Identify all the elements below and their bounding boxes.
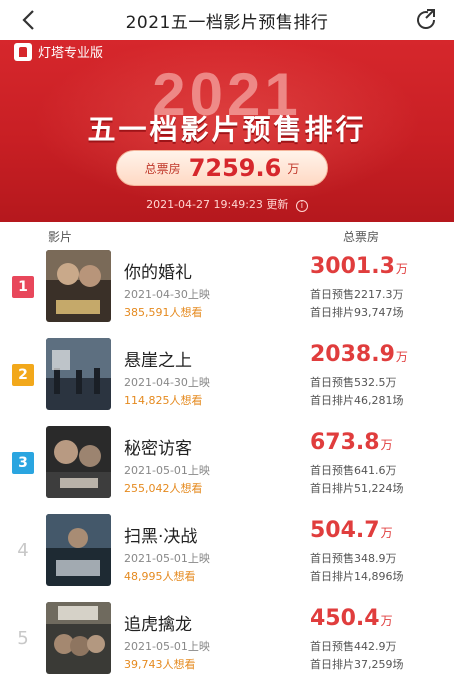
box-value: 2038.9 <box>310 342 395 367</box>
brand-name: 灯塔专业版 <box>38 46 104 61</box>
box-value: 504.7 <box>310 518 380 543</box>
banner-headline: 五一档影片预售排行 <box>87 113 367 146</box>
banner: 灯塔专业版 2021 五一档影片预售排行 总票房 7259.6 万 2021-0… <box>0 40 454 222</box>
box-unit: 万 <box>380 526 393 540</box>
movie-name: 扫黑·决战 <box>124 527 198 547</box>
want-count: 385,591人想看 <box>124 306 203 319</box>
box-office: 3001.3万 <box>310 254 408 279</box>
rank-badge: 2 <box>12 364 34 386</box>
movie-name: 追虎擒龙 <box>124 615 192 635</box>
first-day-shows: 首日排片14,896场 <box>310 570 404 583</box>
rank-number: 4 <box>17 540 29 561</box>
info-icon[interactable]: i <box>295 200 308 212</box>
first-day-presale: 首日预售2217.3万 <box>310 288 404 301</box>
movie-row[interactable]: 3 秘密访客 2021-05-01上映 255,042人想看 673.8万 首日… <box>0 424 454 512</box>
box-office: 2038.9万 <box>310 342 408 367</box>
release-date: 2021-04-30上映 <box>124 288 210 301</box>
first-day-shows: 首日排片46,281场 <box>310 394 404 407</box>
rank-badge: 1 <box>12 276 34 298</box>
want-count: 255,042人想看 <box>124 482 203 495</box>
total-label: 总票房 <box>144 161 181 176</box>
first-day-presale: 首日预售532.5万 <box>310 376 397 389</box>
movie-row[interactable]: 2 悬崖之上 2021-04-30上映 114,825人想看 2038.9万 首… <box>0 336 454 424</box>
rank-badge: 3 <box>12 452 34 474</box>
poster-image <box>46 338 111 410</box>
total-box-office: 总票房 7259.6 万 <box>116 150 328 186</box>
top-bar: 2021五一档影片预售排行 <box>0 0 454 40</box>
page-title: 2021五一档影片预售排行 <box>125 12 329 33</box>
column-header: 影片 总票房 <box>0 222 454 248</box>
want-count: 48,995人想看 <box>124 570 196 583</box>
first-day-presale: 首日预售348.9万 <box>310 552 397 565</box>
box-office: 450.4万 <box>310 606 393 631</box>
want-count: 114,825人想看 <box>124 394 203 407</box>
movie-row[interactable]: 1 你的婚礼 2021-04-30上映 385,591人想看 3001.3万 首… <box>0 248 454 336</box>
chevron-left-icon[interactable] <box>16 6 44 34</box>
first-day-presale: 首日预售442.9万 <box>310 640 397 653</box>
total-unit: 万 <box>287 161 300 176</box>
poster-image <box>46 250 111 322</box>
brand: 灯塔专业版 <box>14 42 103 61</box>
movie-list: 1 你的婚礼 2021-04-30上映 385,591人想看 3001.3万 首… <box>0 248 454 688</box>
movie-row[interactable]: 5 追虎擒龙 2021-05-01上映 39,743人想看 450.4万 首日预… <box>0 600 454 688</box>
box-office: 504.7万 <box>310 518 393 543</box>
box-unit: 万 <box>380 614 393 628</box>
box-value: 3001.3 <box>310 254 395 279</box>
first-day-shows: 首日排片37,259场 <box>310 658 404 671</box>
release-date: 2021-05-01上映 <box>124 640 210 653</box>
box-value: 673.8 <box>310 430 380 455</box>
poster-image <box>46 602 111 674</box>
updated-text: 2021-04-27 19:49:23 更新 <box>146 198 289 211</box>
column-box-office: 总票房 <box>343 230 380 244</box>
box-office: 673.8万 <box>310 430 393 455</box>
first-day-presale: 首日预售641.6万 <box>310 464 397 477</box>
column-film: 影片 <box>48 230 73 244</box>
poster-image <box>46 426 111 498</box>
release-date: 2021-05-01上映 <box>124 552 210 565</box>
share-icon[interactable] <box>414 7 440 33</box>
box-unit: 万 <box>395 262 408 276</box>
box-unit: 万 <box>380 438 393 452</box>
updated-time: 2021-04-27 19:49:23 更新 i <box>0 196 454 212</box>
movie-name: 秘密访客 <box>124 439 192 459</box>
box-value: 450.4 <box>310 606 380 631</box>
rank-number: 5 <box>17 628 29 649</box>
box-unit: 万 <box>395 350 408 364</box>
release-date: 2021-05-01上映 <box>124 464 210 477</box>
movie-row[interactable]: 4 扫黑·决战 2021-05-01上映 48,995人想看 504.7万 首日… <box>0 512 454 600</box>
want-count: 39,743人想看 <box>124 658 196 671</box>
brand-logo-icon <box>14 42 32 61</box>
total-value: 7259.6 <box>188 154 282 182</box>
first-day-shows: 首日排片93,747场 <box>310 306 404 319</box>
poster-image <box>46 514 111 586</box>
first-day-shows: 首日排片51,224场 <box>310 482 404 495</box>
movie-name: 你的婚礼 <box>124 263 192 283</box>
movie-name: 悬崖之上 <box>124 351 192 371</box>
release-date: 2021-04-30上映 <box>124 376 210 389</box>
